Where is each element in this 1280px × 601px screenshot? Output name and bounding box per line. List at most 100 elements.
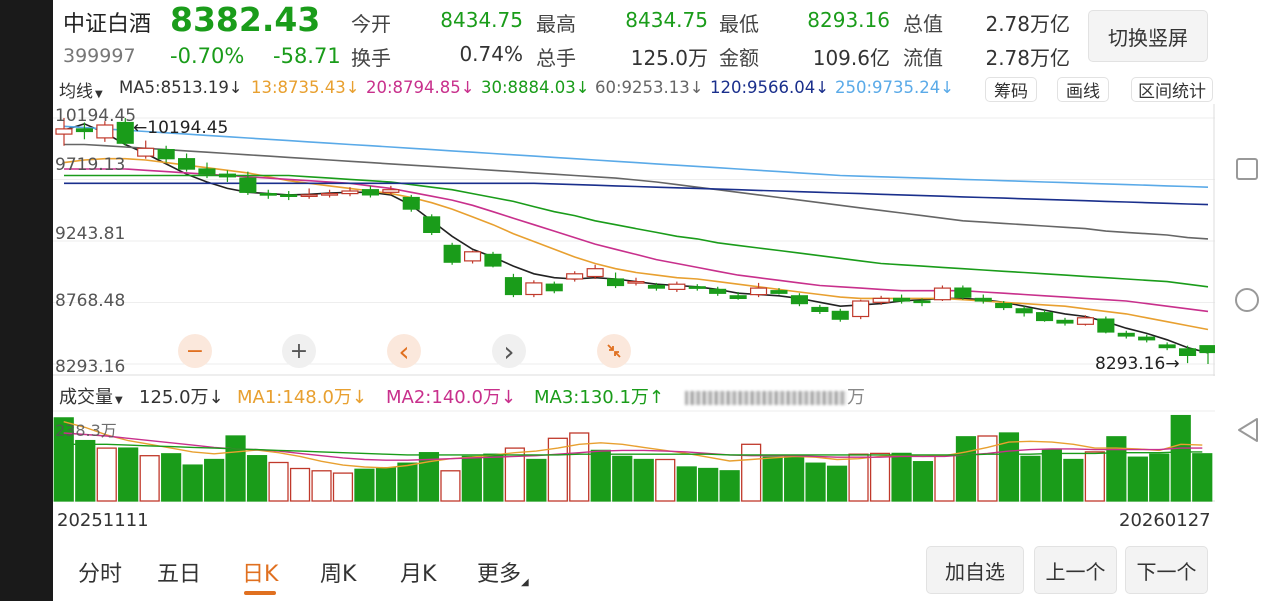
candle-up bbox=[627, 281, 645, 284]
candle-up bbox=[525, 282, 543, 296]
candle-down bbox=[280, 194, 298, 198]
ma5-value: MA5:8513.19↓ bbox=[119, 78, 243, 97]
arrow-right-icon: → bbox=[1165, 354, 1180, 374]
stat-value-open: 8434.75 bbox=[440, 8, 523, 32]
tab-five-day[interactable]: 五日 bbox=[157, 556, 201, 588]
candle-down bbox=[545, 283, 563, 292]
ma-selector[interactable]: 均线 ▼ bbox=[59, 77, 103, 102]
candle-down bbox=[259, 192, 277, 196]
candle-down bbox=[831, 310, 849, 320]
candle-down bbox=[361, 189, 379, 196]
volume-bar-down bbox=[784, 455, 805, 502]
stock-app: 中证白酒 8382.43 399997 -0.70% -58.71 今开 843… bbox=[53, 0, 1215, 601]
stat-label-turnover: 换手 bbox=[351, 46, 391, 70]
volume-bar-down bbox=[375, 467, 397, 502]
volume-bar-down bbox=[1170, 414, 1191, 502]
tab-monthly-k[interactable]: 月K bbox=[400, 556, 436, 588]
volume-bar-down bbox=[698, 467, 719, 502]
zoom-in-button[interactable]: + bbox=[282, 334, 316, 368]
corner-triangle-icon: ◢ bbox=[521, 577, 529, 588]
candle-down bbox=[770, 290, 788, 294]
ma-selector-label: 均线 bbox=[59, 82, 93, 102]
plus-icon: + bbox=[289, 338, 309, 364]
volume-bar-up bbox=[311, 470, 332, 502]
y-label-bottom: 8293.16 bbox=[55, 357, 126, 377]
volume-bar-up bbox=[96, 447, 117, 502]
chevron-left-icon: ‹ bbox=[398, 334, 410, 368]
volume-bar-down bbox=[762, 456, 783, 502]
ma60-value: 60:9253.13↓ bbox=[595, 78, 704, 97]
candle-down bbox=[218, 173, 236, 178]
chevron-right-icon: › bbox=[503, 334, 515, 368]
active-tab-indicator bbox=[244, 591, 276, 595]
volume-bar-down bbox=[1041, 448, 1062, 502]
candle-down bbox=[504, 277, 522, 296]
candle-up bbox=[55, 128, 73, 135]
stat-value-low: 8293.16 bbox=[807, 8, 890, 32]
tab-more[interactable]: 更多◢ bbox=[477, 556, 529, 588]
max-price-marker: ←10194.45 bbox=[133, 118, 228, 138]
volume-selector[interactable]: 成交量 ▼ bbox=[59, 383, 123, 409]
candle-down bbox=[1138, 336, 1156, 341]
scroll-right-button[interactable]: › bbox=[492, 334, 526, 368]
volume-bar-down bbox=[118, 447, 139, 502]
recent-apps-icon[interactable] bbox=[1235, 157, 1259, 181]
stat-label-total-volume: 总手 bbox=[536, 46, 576, 70]
stat-value-high: 8434.75 bbox=[625, 8, 708, 32]
reset-zoom-button[interactable] bbox=[597, 334, 631, 368]
back-icon[interactable] bbox=[1235, 416, 1261, 444]
volume-bar-down bbox=[1106, 436, 1127, 502]
y-label-2: 9719.13 bbox=[55, 155, 126, 175]
tab-daily-k[interactable]: 日K bbox=[242, 556, 278, 588]
candlestick-chart[interactable] bbox=[53, 104, 1215, 376]
volume-bar-up bbox=[869, 452, 891, 502]
stat-label-low: 最低 bbox=[719, 12, 759, 36]
volume-chart[interactable] bbox=[53, 407, 1215, 503]
candle-up bbox=[586, 268, 604, 278]
chips-button[interactable]: 筹码 bbox=[985, 77, 1037, 102]
tab-weekly-k[interactable]: 周K bbox=[320, 556, 356, 588]
volume-bar-up bbox=[332, 472, 354, 502]
caret-down-icon: ▼ bbox=[115, 395, 123, 406]
y-label-top: 10194.45 bbox=[55, 106, 137, 126]
volume-bar-down bbox=[204, 458, 225, 502]
ma-line-ma120 bbox=[64, 182, 1209, 206]
scroll-left-button[interactable]: ‹ bbox=[387, 334, 421, 368]
candle-down bbox=[1097, 318, 1115, 333]
candle-down bbox=[954, 287, 972, 298]
candle-down bbox=[198, 168, 216, 175]
change-amount: -58.71 bbox=[273, 44, 341, 68]
candle-up bbox=[1076, 317, 1094, 325]
add-watchlist-button[interactable]: 加自选 bbox=[926, 546, 1024, 594]
candle-down bbox=[177, 158, 196, 170]
stat-label-total-value: 总值 bbox=[903, 12, 943, 36]
ma30-value: 30:8884.03↓ bbox=[481, 78, 590, 97]
candle-down bbox=[239, 177, 257, 193]
candle-down bbox=[1035, 312, 1054, 322]
candle-up bbox=[382, 189, 400, 193]
min-price-label: 8293.16 bbox=[1095, 354, 1166, 374]
volume-ma-overflow: 万 bbox=[685, 383, 865, 409]
range-stats-button[interactable]: 区间统计 bbox=[1131, 77, 1213, 102]
draw-line-button[interactable]: 画线 bbox=[1057, 77, 1109, 102]
collapse-arrows-icon bbox=[607, 344, 621, 358]
system-nav-bar bbox=[1215, 0, 1280, 601]
stock-code: 399997 bbox=[63, 45, 136, 67]
home-icon[interactable] bbox=[1233, 286, 1261, 314]
switch-portrait-button[interactable]: 切换竖屏 bbox=[1088, 10, 1208, 62]
volume-bar-down bbox=[1063, 458, 1084, 502]
zoom-out-button[interactable]: − bbox=[178, 334, 212, 368]
ma-line-ma30 bbox=[64, 174, 1209, 288]
start-date: 20251111 bbox=[57, 510, 149, 531]
volume-selector-label: 成交量 bbox=[59, 387, 113, 408]
arrow-left-icon: ← bbox=[133, 118, 148, 138]
ma13-value: 13:8735.43↓ bbox=[251, 78, 360, 97]
candle-down bbox=[1178, 348, 1197, 356]
tab-intraday[interactable]: 分时 bbox=[78, 556, 122, 588]
candle-down bbox=[1015, 308, 1033, 314]
volume-bar-down bbox=[1192, 453, 1213, 502]
next-stock-button[interactable]: 下一个 bbox=[1125, 546, 1208, 594]
previous-stock-button[interactable]: 上一个 bbox=[1034, 546, 1117, 594]
stat-label-high: 最高 bbox=[536, 12, 576, 36]
candle-down bbox=[709, 288, 727, 294]
